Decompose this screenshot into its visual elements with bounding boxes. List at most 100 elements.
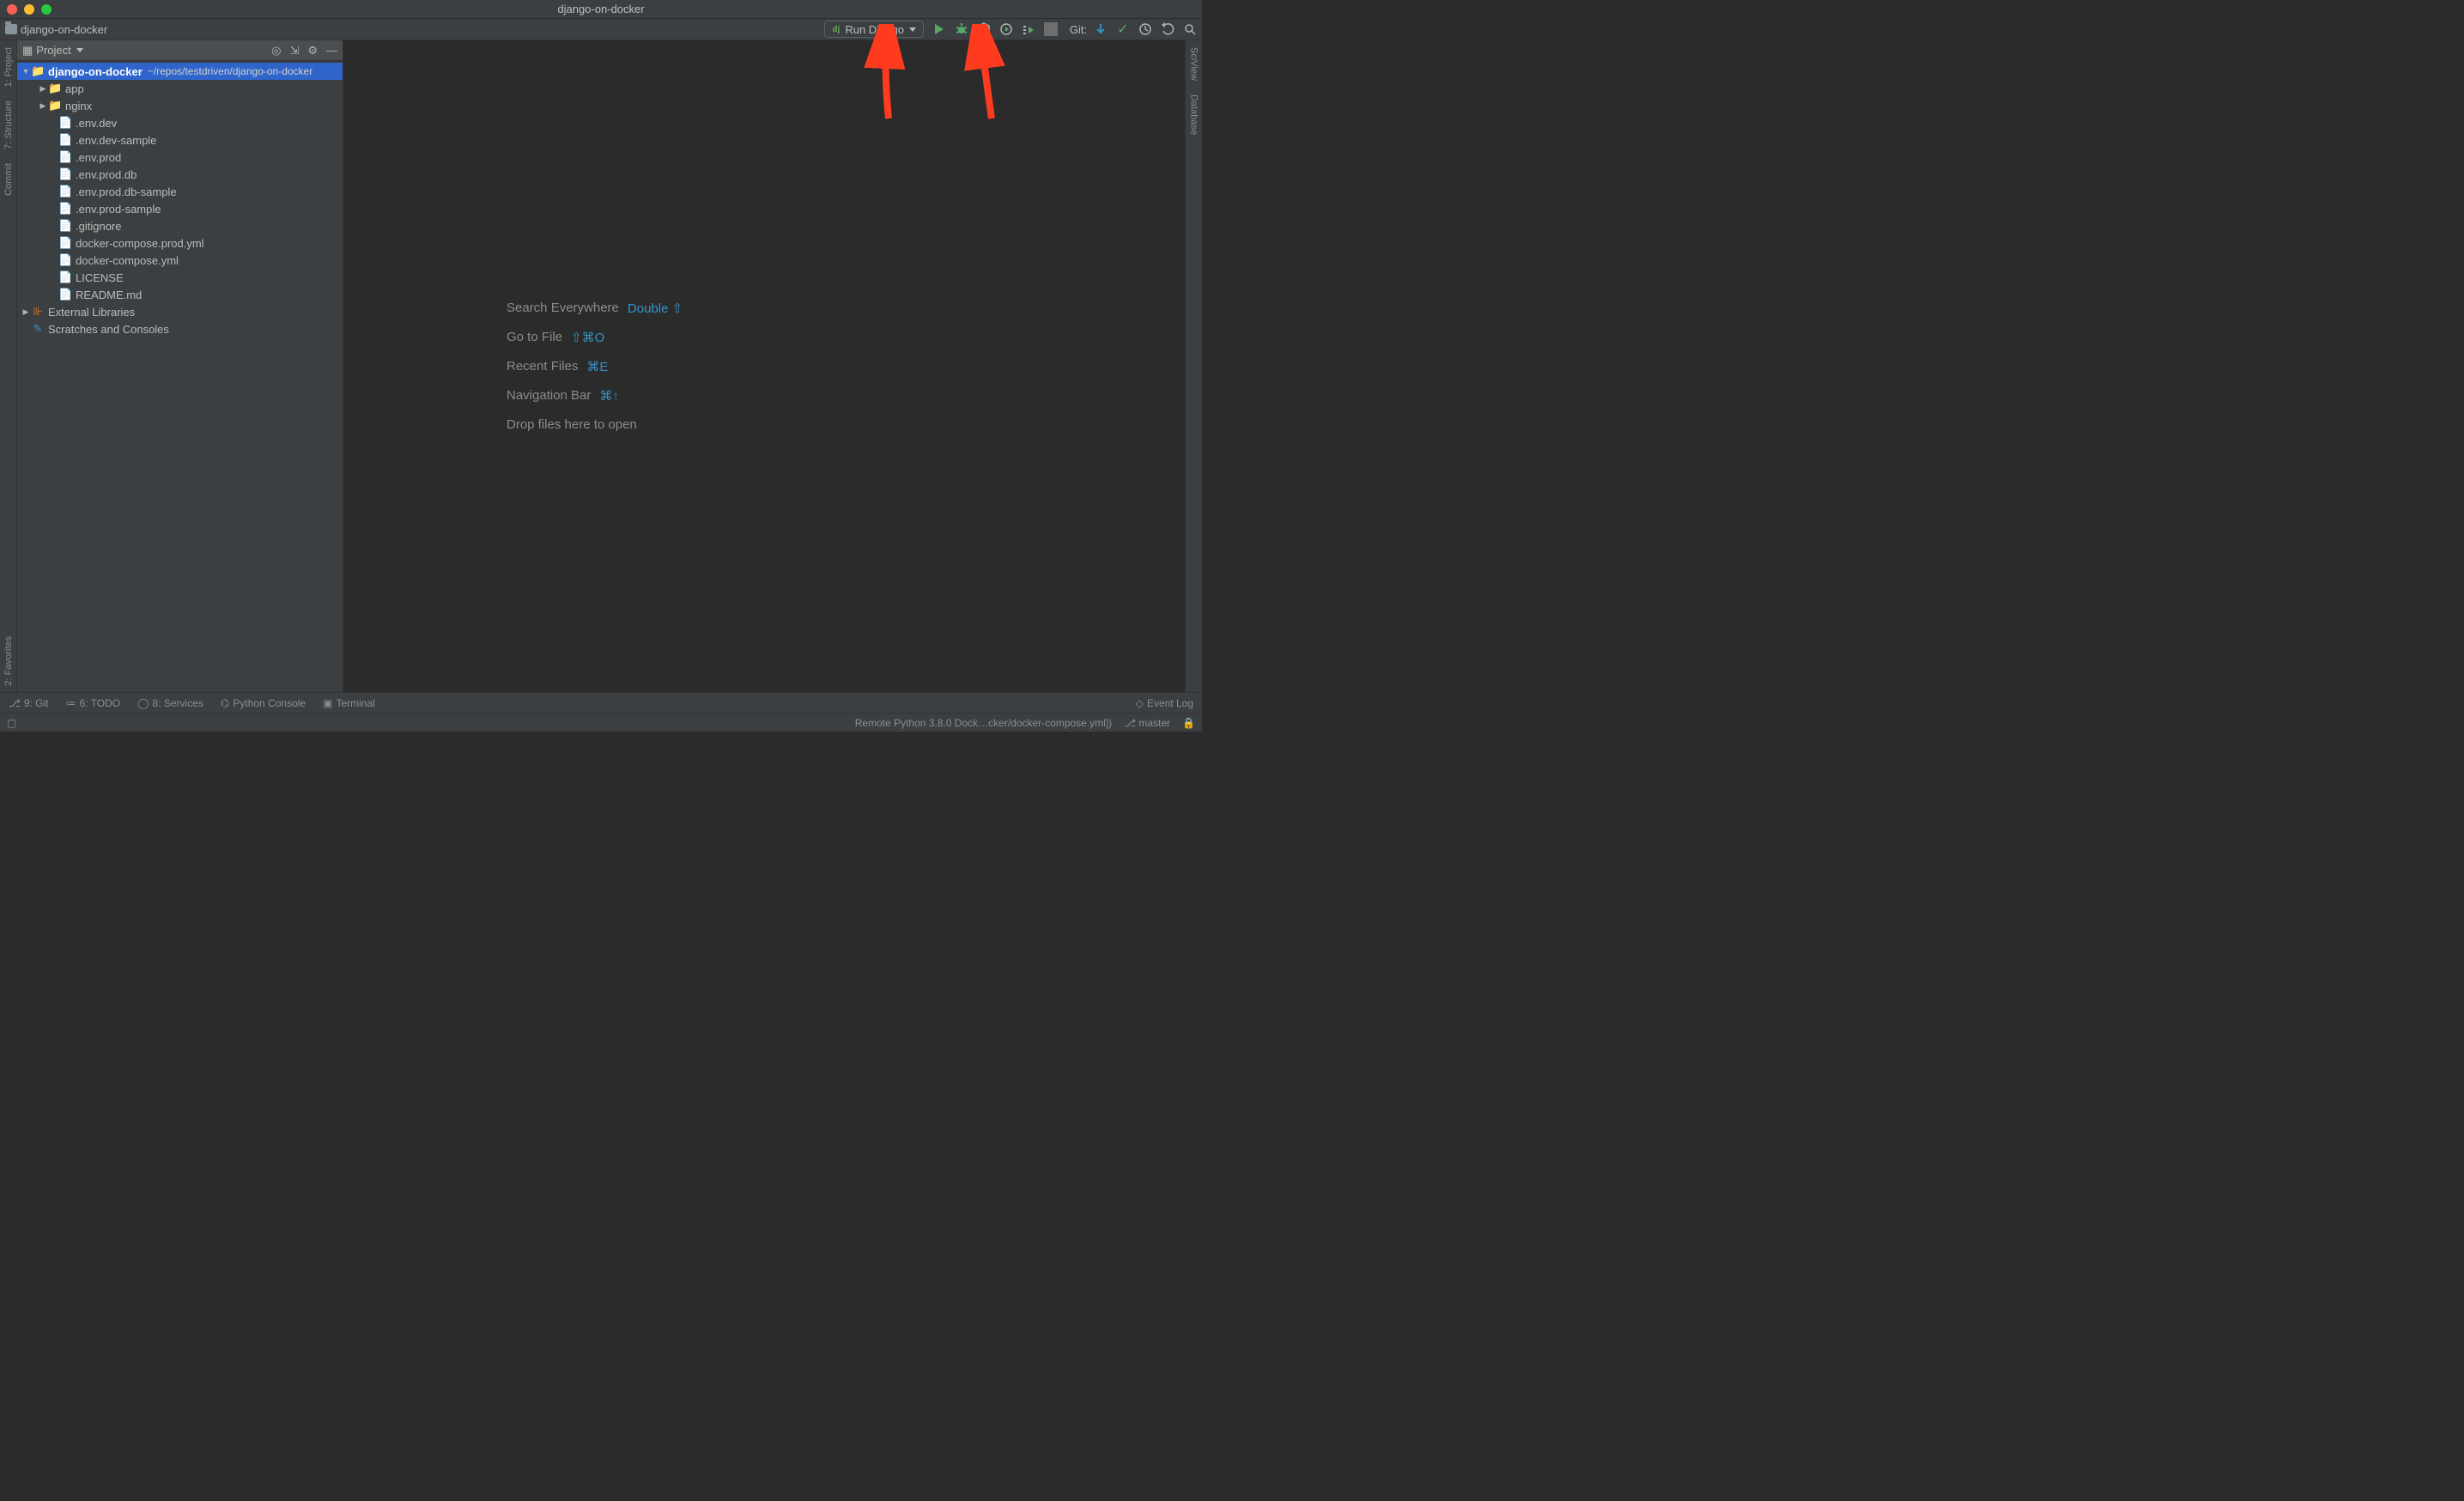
navigation-bar: django-on-docker dj Run Django Git: ✓ (0, 19, 1202, 40)
tree-file[interactable]: 📄LICENSE (17, 269, 343, 286)
chevron-down-icon[interactable] (76, 48, 83, 52)
file-icon: 📄 (58, 116, 72, 130)
hint-label: Recent Files (507, 359, 578, 374)
toolbar-icons: Git: ✓ (932, 22, 1197, 36)
log-icon: ◇ (1136, 697, 1144, 709)
tool-todo[interactable]: ≔6: TODO (66, 697, 121, 709)
search-everywhere-icon[interactable] (1183, 22, 1197, 36)
library-icon: ⊪ (31, 305, 45, 319)
attach-icon[interactable] (1022, 22, 1035, 36)
tool-services[interactable]: ◯8: Services (137, 697, 203, 709)
gutter-tab-structure[interactable]: 7: Structure (3, 94, 14, 156)
stop-icon[interactable] (1044, 22, 1058, 36)
tool-pyconsole[interactable]: ⌬Python Console (221, 697, 306, 709)
tree-arrow-closed-icon[interactable]: ▶ (38, 101, 48, 111)
coverage-icon[interactable] (977, 22, 991, 36)
tree-scratches-label: Scratches and Consoles (48, 323, 169, 336)
tree-file[interactable]: 📄.env.dev-sample (17, 131, 343, 149)
list-icon: ≔ (66, 697, 76, 709)
debug-icon[interactable] (955, 22, 968, 36)
status-interpreter[interactable]: Remote Python 3.8.0 Dock…cker/docker-com… (855, 717, 1112, 729)
gutter-tab-commit[interactable]: Commit (3, 156, 14, 203)
tree-file[interactable]: 📄docker-compose.prod.yml (17, 234, 343, 252)
run-config-selector[interactable]: dj Run Django (824, 21, 924, 38)
main-area: 1: Project 7: Structure Commit 2: Favori… (0, 40, 1202, 692)
gutter-tab-favorites[interactable]: 2: Favorites (3, 629, 14, 692)
bottom-toolbar: ⎇9: Git ≔6: TODO ◯8: Services ⌬Python Co… (0, 692, 1202, 713)
history-icon[interactable] (1138, 22, 1152, 36)
scratch-icon: ✎ (31, 322, 45, 336)
project-tool-header: ▦ Project ◎ ⇲ ⚙ — (17, 40, 343, 61)
tree-file[interactable]: 📄docker-compose.yml (17, 252, 343, 269)
folder-icon: 📁 (31, 64, 45, 78)
status-lock-icon[interactable]: 🔒 (1182, 717, 1195, 729)
tree-file-name: README.md (76, 289, 142, 301)
hint-shortcut: ⌘E (586, 359, 608, 374)
tree-file[interactable]: 📄.gitignore (17, 217, 343, 234)
status-bar: ▢ Remote Python 3.8.0 Dock…cker/docker-c… (0, 713, 1202, 732)
folder-icon: 📁 (48, 99, 62, 112)
hint-shortcut: ⌘↑ (599, 388, 619, 404)
tree-file[interactable]: 📄README.md (17, 286, 343, 303)
chevron-down-icon (909, 27, 916, 32)
hint-shortcut: ⇧⌘O (571, 330, 604, 345)
folder-icon: 📁 (48, 82, 62, 95)
git-commit-icon[interactable]: ✓ (1116, 22, 1130, 36)
file-icon: 📄 (58, 202, 72, 216)
collapse-icon[interactable]: ⇲ (289, 44, 299, 58)
tree-file[interactable]: 📄.env.dev (17, 114, 343, 131)
tree-extlib-label: External Libraries (48, 306, 135, 319)
tree-file-name: .env.dev-sample (76, 134, 156, 147)
tree-file[interactable]: 📄.env.prod (17, 149, 343, 166)
tree-folder-name: nginx (65, 100, 92, 112)
tree-folder[interactable]: ▶ 📁 nginx (17, 97, 343, 114)
tree-arrow-closed-icon[interactable]: ▶ (21, 307, 31, 317)
gutter-tab-database[interactable]: Database (1189, 88, 1199, 142)
project-tree[interactable]: ▼ 📁 django-on-docker ~/repos/testdriven/… (17, 61, 343, 692)
status-branch[interactable]: ⎇ master (1124, 717, 1170, 729)
project-view-label[interactable]: Project (36, 44, 70, 57)
project-view-icon: ▦ (22, 44, 33, 58)
branch-icon: ⎇ (9, 697, 21, 709)
tree-file-name: .env.prod (76, 151, 121, 164)
breadcrumb[interactable]: django-on-docker (5, 23, 824, 36)
gutter-tab-project[interactable]: 1: Project (3, 40, 14, 94)
tree-folder[interactable]: ▶ 📁 app (17, 80, 343, 97)
tree-file[interactable]: 📄 .env.prod-sample (17, 200, 343, 217)
editor-area[interactable]: Search Everywhere Double ⇧ Go to File ⇧⌘… (343, 40, 1185, 692)
tree-external-libraries[interactable]: ▶ ⊪ External Libraries (17, 303, 343, 320)
run-icon[interactable] (932, 22, 946, 36)
terminal-icon: ▣ (323, 697, 332, 709)
tool-terminal[interactable]: ▣Terminal (323, 697, 375, 709)
tree-folder-name: app (65, 82, 84, 95)
profile-icon[interactable] (999, 22, 1013, 36)
gutter-tab-sciview[interactable]: SciView (1189, 40, 1199, 88)
python-icon: ⌬ (221, 697, 229, 709)
status-windows-icon[interactable]: ▢ (7, 717, 16, 729)
tree-file[interactable]: 📄.env.prod.db-sample (17, 183, 343, 200)
hide-icon[interactable]: — (326, 44, 337, 58)
hint-line: Search Everywhere Double ⇧ (507, 301, 683, 316)
rollback-icon[interactable] (1161, 22, 1174, 36)
tree-arrow-closed-icon[interactable]: ▶ (38, 84, 48, 94)
tree-arrow-open-icon[interactable]: ▼ (21, 67, 31, 76)
tree-scratches[interactable]: ✎ Scratches and Consoles (17, 320, 343, 337)
tree-file-name: docker-compose.prod.yml (76, 237, 204, 250)
tree-root[interactable]: ▼ 📁 django-on-docker ~/repos/testdriven/… (17, 63, 343, 80)
tree-file-name: .env.prod-sample (76, 203, 161, 216)
tree-file-name: .env.prod.db (76, 168, 137, 181)
gear-icon[interactable]: ⚙ (307, 44, 318, 58)
tree-file-name: .gitignore (76, 220, 121, 233)
file-icon: 📄 (58, 253, 72, 267)
git-update-icon[interactable] (1094, 22, 1108, 36)
hint-label: Drop files here to open (507, 417, 637, 432)
run-config-label: Run Django (845, 23, 904, 36)
hint-label: Navigation Bar (507, 388, 591, 404)
tool-git[interactable]: ⎇9: Git (9, 697, 49, 709)
django-icon: dj (832, 25, 840, 34)
empty-editor-hints: Search Everywhere Double ⇧ Go to File ⇧⌘… (507, 301, 683, 432)
tree-file[interactable]: 📄.env.prod.db (17, 166, 343, 183)
tree-file-name: LICENSE (76, 271, 124, 284)
tool-eventlog[interactable]: ◇Event Log (1136, 697, 1193, 709)
locate-icon[interactable]: ◎ (271, 44, 281, 58)
